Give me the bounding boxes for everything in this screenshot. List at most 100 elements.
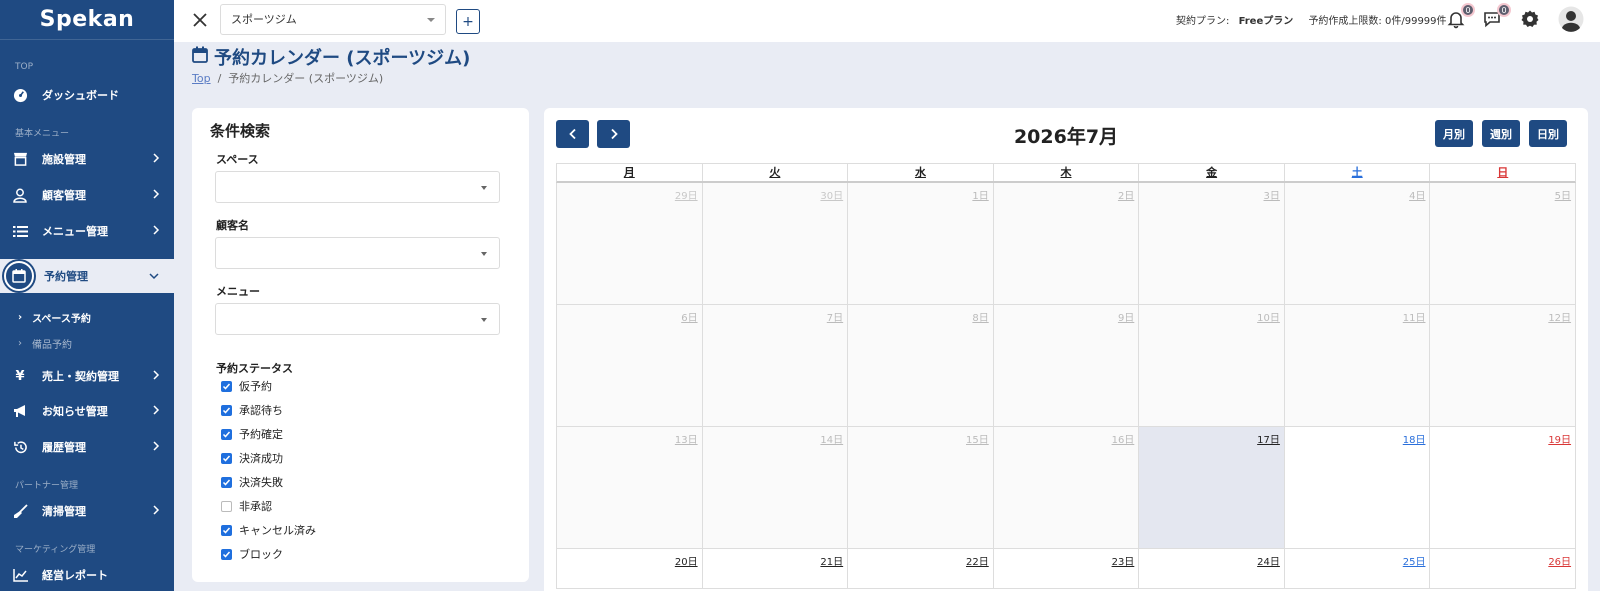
- close-icon[interactable]: [190, 10, 210, 30]
- day-number[interactable]: 30日: [820, 187, 843, 202]
- day-number[interactable]: 8日: [972, 309, 988, 324]
- calendar-day-cell[interactable]: 15日: [848, 427, 994, 549]
- status-checkbox-row[interactable]: 仮予約: [221, 378, 272, 394]
- prev-month-button[interactable]: [556, 120, 589, 148]
- day-number[interactable]: 9日: [1118, 309, 1134, 324]
- avatar[interactable]: [1558, 6, 1584, 32]
- sidebar-item-customer[interactable]: 顧客管理: [0, 177, 174, 213]
- sidebar-item-menu[interactable]: メニュー管理: [0, 213, 174, 249]
- calendar-day-cell[interactable]: 10日: [1139, 305, 1285, 427]
- calendar-day-cell[interactable]: 20日: [557, 549, 703, 589]
- day-number[interactable]: 16日: [1112, 431, 1135, 446]
- calendar-day-cell[interactable]: 22日: [848, 549, 994, 589]
- day-number[interactable]: 4日: [1409, 187, 1425, 202]
- day-number[interactable]: 6日: [681, 309, 697, 324]
- view-day-button[interactable]: 日別: [1529, 120, 1567, 147]
- day-number[interactable]: 14日: [820, 431, 843, 446]
- day-number[interactable]: 18日: [1403, 431, 1426, 446]
- day-number[interactable]: 24日: [1257, 553, 1280, 568]
- calendar-day-cell[interactable]: 17日: [1139, 427, 1285, 549]
- day-number[interactable]: 26日: [1548, 553, 1571, 568]
- day-number[interactable]: 29日: [675, 187, 698, 202]
- day-number[interactable]: 25日: [1403, 553, 1426, 568]
- calendar-day-cell[interactable]: 19日: [1430, 427, 1577, 549]
- status-checkbox-row[interactable]: 決済失敗: [221, 474, 283, 490]
- facility-select[interactable]: スポーツジム: [220, 4, 446, 35]
- status-checkbox-row[interactable]: キャンセル済み: [221, 522, 316, 538]
- view-week-button[interactable]: 週別: [1482, 120, 1520, 147]
- bell-icon[interactable]: 0: [1446, 3, 1475, 31]
- calendar-day-cell[interactable]: 12日: [1430, 305, 1577, 427]
- calendar-day-cell[interactable]: 18日: [1284, 427, 1431, 549]
- day-number[interactable]: 13日: [675, 431, 698, 446]
- sidebar-subitem-space-reservation[interactable]: › スペース予約: [18, 310, 91, 325]
- day-number[interactable]: 1日: [972, 187, 988, 202]
- checkbox-checked[interactable]: [221, 548, 232, 560]
- breadcrumb-top-link[interactable]: Top: [192, 72, 211, 85]
- sidebar-subitem-equipment-reservation[interactable]: › 備品予約: [18, 336, 72, 351]
- day-number[interactable]: 22日: [966, 553, 989, 568]
- checkbox-checked[interactable]: [221, 452, 232, 464]
- calendar-day-cell[interactable]: 26日: [1430, 549, 1577, 589]
- menu-select[interactable]: [215, 303, 500, 335]
- day-number[interactable]: 11日: [1403, 309, 1426, 324]
- calendar-day-cell[interactable]: 16日: [993, 427, 1140, 549]
- calendar-day-cell[interactable]: 11日: [1284, 305, 1431, 427]
- day-number[interactable]: 19日: [1548, 431, 1571, 446]
- calendar-day-cell[interactable]: 9日: [993, 305, 1140, 427]
- sidebar-item-report[interactable]: 経営レポート: [0, 557, 174, 591]
- calendar-day-cell[interactable]: 8日: [848, 305, 994, 427]
- view-month-button[interactable]: 月別: [1435, 120, 1473, 147]
- status-checkbox-row[interactable]: 決済成功: [221, 450, 283, 466]
- sidebar-item-history[interactable]: 履歴管理: [0, 429, 174, 465]
- calendar-day-cell[interactable]: 3日: [1139, 183, 1285, 305]
- calendar-day-cell[interactable]: 6日: [557, 305, 703, 427]
- checkbox-unchecked[interactable]: [221, 500, 232, 512]
- calendar-day-cell[interactable]: 30日: [702, 183, 849, 305]
- checkbox-checked[interactable]: [221, 524, 232, 536]
- checkbox-checked[interactable]: [221, 476, 232, 488]
- space-select[interactable]: [215, 171, 500, 203]
- calendar-day-cell[interactable]: 24日: [1139, 549, 1285, 589]
- day-number[interactable]: 15日: [966, 431, 989, 446]
- calendar-day-cell[interactable]: 29日: [557, 183, 703, 305]
- gear-icon[interactable]: [1520, 9, 1542, 31]
- sidebar-item-facility[interactable]: 施設管理: [0, 141, 174, 177]
- calendar-day-cell[interactable]: 7日: [702, 305, 849, 427]
- day-number[interactable]: 7日: [827, 309, 843, 324]
- checkbox-checked[interactable]: [221, 404, 232, 416]
- status-checkbox-row[interactable]: 予約確定: [221, 426, 283, 442]
- sidebar-item-news[interactable]: お知らせ管理: [0, 393, 174, 429]
- day-number[interactable]: 23日: [1112, 553, 1135, 568]
- calendar-day-cell[interactable]: 13日: [557, 427, 703, 549]
- next-month-button[interactable]: [597, 120, 630, 148]
- calendar-day-cell[interactable]: 5日: [1430, 183, 1577, 305]
- calendar-day-cell[interactable]: 1日: [848, 183, 994, 305]
- calendar-day-cell[interactable]: 25日: [1284, 549, 1431, 589]
- sidebar-item-dashboard[interactable]: ダッシュボード: [0, 77, 174, 113]
- add-facility-button[interactable]: +: [456, 9, 480, 34]
- calendar-day-cell[interactable]: 21日: [702, 549, 849, 589]
- day-number[interactable]: 21日: [820, 553, 843, 568]
- day-number[interactable]: 12日: [1548, 309, 1571, 324]
- sidebar-item-sales[interactable]: ¥ 売上・契約管理: [0, 358, 174, 394]
- sidebar-item-reservation[interactable]: 予約管理: [0, 261, 174, 291]
- status-checkbox-row[interactable]: 承認待ち: [221, 402, 283, 418]
- calendar-day-cell[interactable]: 23日: [993, 549, 1140, 589]
- calendar-day-cell[interactable]: 14日: [702, 427, 849, 549]
- chat-icon[interactable]: 0: [1482, 3, 1511, 31]
- checkbox-checked[interactable]: [221, 428, 232, 440]
- status-checkbox-row[interactable]: 非承認: [221, 498, 272, 514]
- day-number[interactable]: 10日: [1257, 309, 1280, 324]
- checkbox-checked[interactable]: [221, 380, 232, 392]
- day-number[interactable]: 2日: [1118, 187, 1134, 202]
- day-number[interactable]: 17日: [1257, 431, 1280, 446]
- status-checkbox-row[interactable]: ブロック: [221, 546, 283, 562]
- calendar-day-cell[interactable]: 4日: [1284, 183, 1431, 305]
- day-number[interactable]: 5日: [1555, 187, 1571, 202]
- day-number[interactable]: 3日: [1264, 187, 1280, 202]
- sidebar-item-cleaning[interactable]: 清掃管理: [0, 493, 174, 529]
- customer-select[interactable]: [215, 237, 500, 269]
- calendar-day-cell[interactable]: 2日: [993, 183, 1140, 305]
- day-number[interactable]: 20日: [675, 553, 698, 568]
